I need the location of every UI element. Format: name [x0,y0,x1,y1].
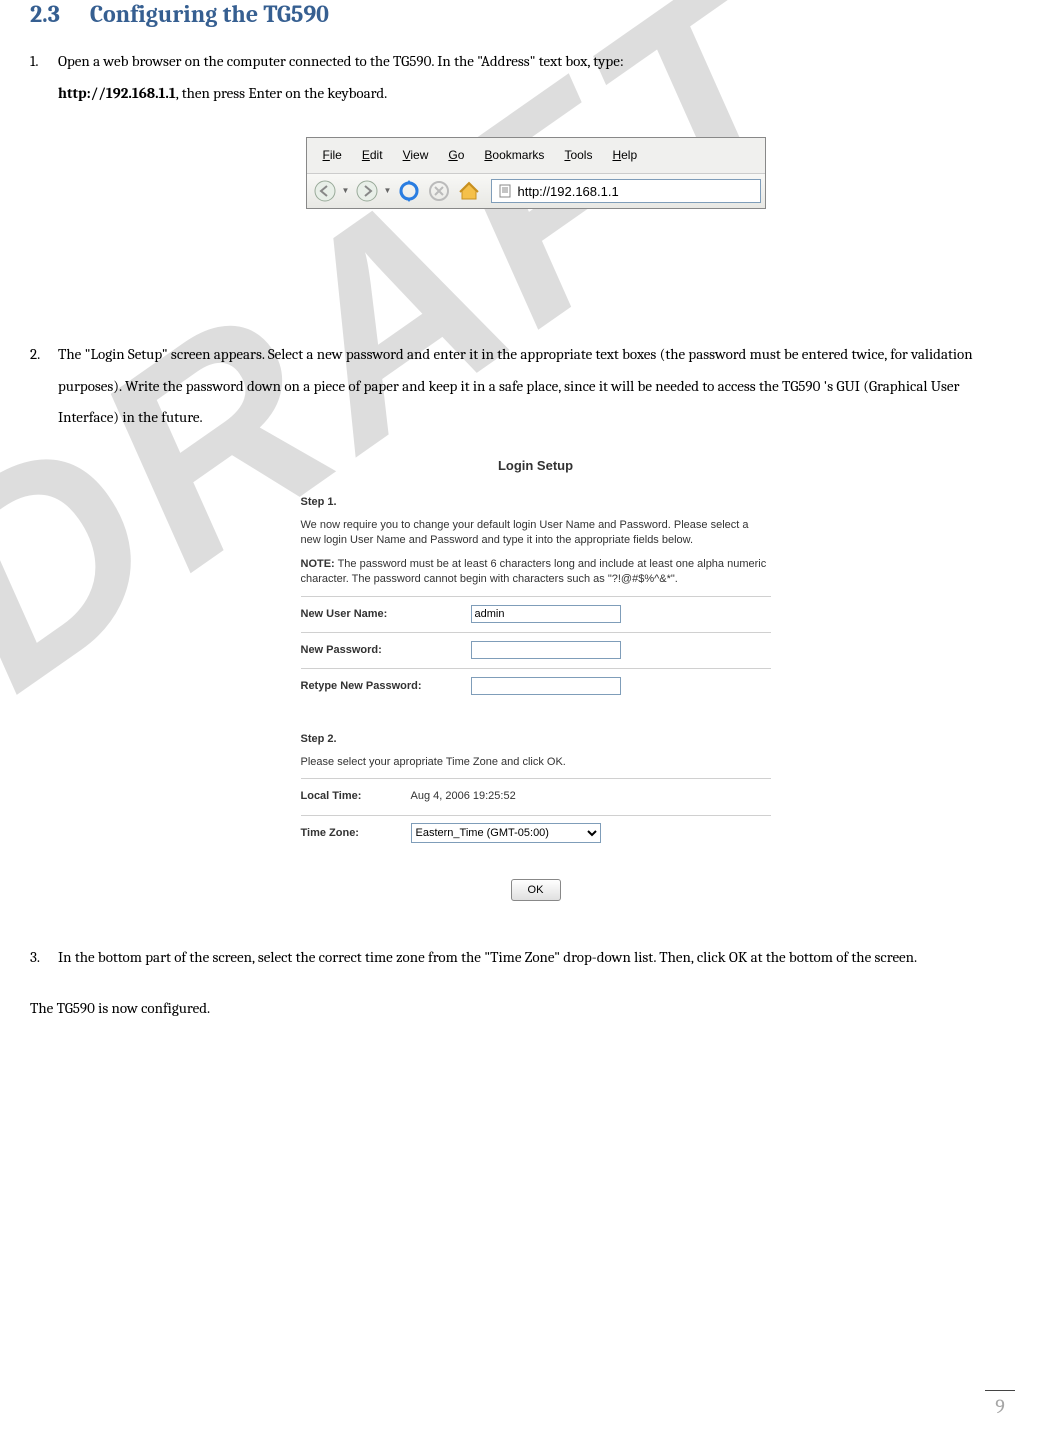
timezone-label: Time Zone: [301,822,411,845]
menu-edit[interactable]: Edit [352,141,393,170]
login-step1-label: Step 1. [301,491,771,514]
login-step2-label: Step 2. [301,728,771,751]
new-user-row: New User Name: [301,596,771,632]
login-intro: We now require you to change your defaul… [301,518,771,549]
section-number: 2.3 [30,0,60,28]
new-pass-label: New Password: [301,639,471,662]
reload-button[interactable] [395,177,423,205]
stop-button[interactable] [425,177,453,205]
menu-file[interactable]: File [313,141,352,170]
browser-screenshot: File Edit View Go Bookmarks Tools Help ▼ [306,137,766,209]
step-1-text-c: , then press Enter on the keyboard. [176,84,387,102]
forward-arrow-icon [356,180,378,202]
browser-menubar: File Edit View Go Bookmarks Tools Help [307,138,765,174]
local-time-row: Local Time: Aug 4, 2006 19:25:52 [301,778,771,814]
step-1: 1.Open a web browser on the computer con… [58,46,1013,209]
step-1-url: http://192.168.1.1 [58,84,176,102]
page-icon [498,184,512,198]
note-label: NOTE: [301,558,335,570]
page-footer: 9 [985,1390,1015,1418]
new-pass-row: New Password: [301,632,771,668]
timezone-row: Time Zone: Eastern_Time (GMT-05:00) [301,815,771,851]
section-heading: 2.3 Configuring the TG590 [30,0,1013,28]
login-step2-text: Please select your apropriate Time Zone … [301,755,771,770]
final-line: The TG590 is now configured. [30,993,1013,1025]
step-2-index: 2. [30,339,58,371]
home-icon [458,180,480,202]
login-title: Login Setup [301,452,771,479]
back-dropdown[interactable]: ▼ [341,183,351,200]
retype-pass-input[interactable] [471,677,621,695]
ok-button[interactable]: OK [511,879,561,901]
login-setup-screenshot: Login Setup Step 1. We now require you t… [301,452,771,902]
address-bar[interactable]: http://192.168.1.1 [491,179,761,203]
address-text: http://192.168.1.1 [518,178,619,205]
retype-pass-row: Retype New Password: [301,668,771,704]
stop-icon [428,180,450,202]
step-3-index: 3. [30,942,58,974]
step-1-index: 1. [30,46,58,78]
retype-pass-label: Retype New Password: [301,675,471,698]
section-title: Configuring the TG590 [90,0,329,28]
menu-help[interactable]: Help [602,141,647,170]
new-user-label: New User Name: [301,603,471,626]
new-user-input[interactable] [471,605,621,623]
back-arrow-icon [314,180,336,202]
back-button[interactable] [311,177,339,205]
new-pass-input[interactable] [471,641,621,659]
step-3-text: In the bottom part of the screen, select… [58,948,917,966]
menu-bookmarks[interactable]: Bookmarks [474,141,554,170]
timezone-select[interactable]: Eastern_Time (GMT-05:00) [411,823,601,843]
local-time-value: Aug 4, 2006 19:25:52 [411,785,771,808]
step-2-text: The "Login Setup" screen appears. Select… [58,345,973,426]
reload-icon [398,180,420,202]
step-2: 2.The "Login Setup" screen appears. Sele… [58,339,1013,902]
browser-toolbar: ▼ ▼ http://192 [307,174,765,208]
home-button[interactable] [455,177,483,205]
step-3: 3.In the bottom part of the screen, sele… [58,942,1013,974]
menu-view[interactable]: View [393,141,439,170]
login-note: NOTE: The password must be at least 6 ch… [301,557,771,588]
page-number: 9 [985,1390,1015,1418]
step-1-text-a: Open a web browser on the computer conne… [58,52,624,70]
forward-dropdown[interactable]: ▼ [383,183,393,200]
menu-tools[interactable]: Tools [554,141,602,170]
local-time-label: Local Time: [301,785,411,808]
note-text: The password must be at least 6 characte… [301,558,767,585]
forward-button[interactable] [353,177,381,205]
menu-go[interactable]: Go [438,141,474,170]
